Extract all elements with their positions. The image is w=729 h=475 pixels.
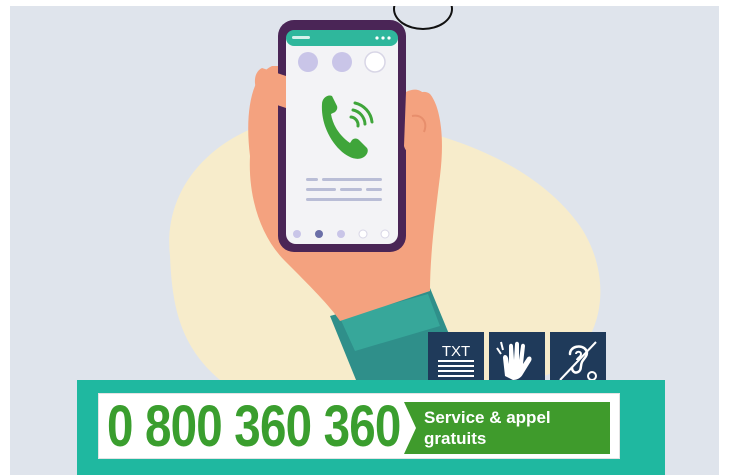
txt-label: TXT [442, 343, 470, 360]
service-tag: Service & appel gratuits [404, 402, 610, 454]
phone-number-box: 0 800 360 360 Service & appel gratuits [98, 393, 620, 459]
service-line-1: Service & appel [424, 408, 551, 427]
service-line-2: gratuits [424, 429, 487, 448]
phone-number[interactable]: 0 800 360 360 [107, 395, 401, 459]
service-text: Service & appel gratuits [424, 407, 594, 449]
hotline-banner: 0 800 360 360 Service & appel gratuits [77, 380, 665, 475]
